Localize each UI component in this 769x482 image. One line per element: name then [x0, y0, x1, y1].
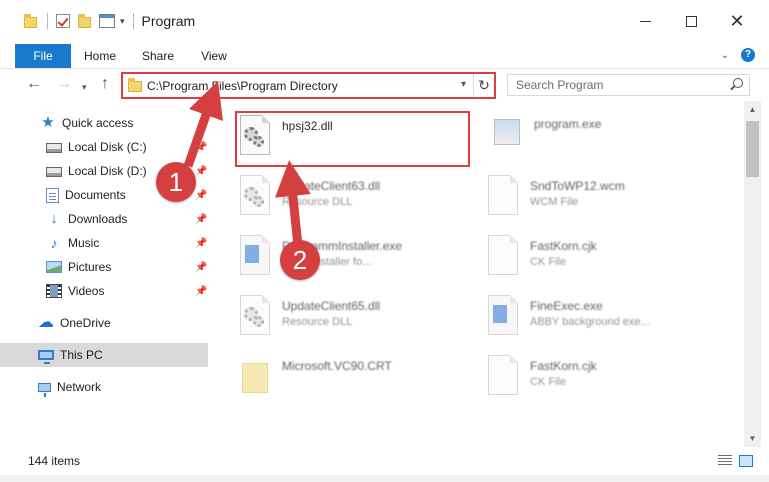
arrow-2-icon: [274, 160, 311, 247]
annotation-arrows: [183, 81, 311, 247]
arrow-1-icon: [183, 81, 223, 168]
step-badge-2: 2: [280, 240, 320, 280]
step-badge-1: 1: [156, 162, 196, 202]
